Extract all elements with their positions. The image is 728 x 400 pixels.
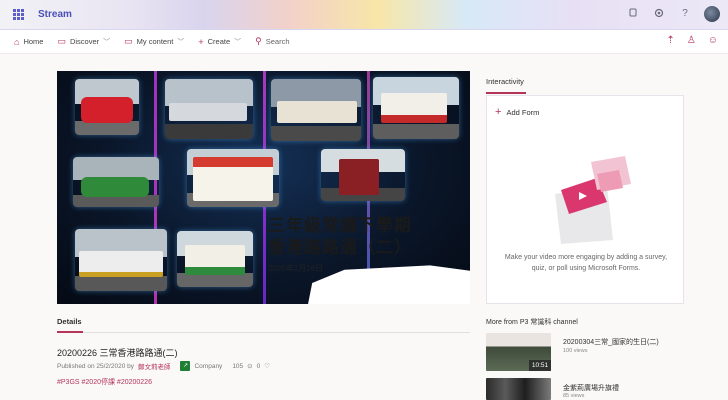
- person-icon[interactable]: ♙: [687, 35, 696, 46]
- tab-underline: [486, 92, 526, 94]
- related-video-title[interactable]: 20200304三常_國家的生日(二): [563, 337, 659, 347]
- add-form-button[interactable]: + Add Form: [495, 106, 539, 118]
- discover-icon: ▭: [57, 36, 66, 46]
- avatar[interactable]: [704, 6, 720, 22]
- published-text: Published on 25/2/2020 by: [57, 362, 134, 370]
- interactivity-panel: + Add Form Make your video more engaging…: [486, 95, 684, 304]
- smiley-icon[interactable]: ☺: [708, 35, 718, 46]
- settings-icon[interactable]: [652, 7, 666, 21]
- upload-icon[interactable]: ⇡: [666, 35, 674, 46]
- video-title: 20200226 三常香港路路通(二): [57, 348, 178, 358]
- search-icon: ⚲: [255, 36, 262, 46]
- nav-bar: ⌂ Home ▭ Discover ﹀ ▭ My content ﹀ + Cre…: [0, 30, 728, 54]
- nav-discover[interactable]: ▭ Discover ﹀: [57, 36, 110, 47]
- interactivity-description: Make your video more engaging by adding …: [504, 254, 668, 272]
- nav-home-label: Home: [23, 37, 44, 46]
- photo-light-rail: [271, 79, 361, 141]
- tab-underline: [57, 331, 83, 333]
- add-form-label: Add Form: [506, 107, 540, 117]
- plus-icon: +: [198, 36, 204, 47]
- more-from-heading: More from P3 常識科 channel: [486, 319, 578, 326]
- video-player[interactable]: [57, 71, 470, 304]
- photo-taxi-red: [75, 79, 139, 135]
- forms-illustration-icon: [555, 156, 631, 244]
- nav-my-content[interactable]: ▭ My content ﹀: [124, 36, 184, 47]
- search-input[interactable]: Search: [266, 37, 290, 46]
- video-meta: Published on 25/2/2020 by 鄭文莉老師 ↗ Compan…: [57, 361, 270, 371]
- photo-minibus-red: [373, 77, 459, 139]
- chevron-down-icon: ﹀: [234, 38, 242, 46]
- search-box[interactable]: ⚲ Search: [255, 36, 289, 47]
- divider: [57, 332, 470, 333]
- hashtags[interactable]: #P3GS #2020停課 #20200226: [57, 377, 152, 387]
- photo-taxi-green: [73, 157, 159, 207]
- details-tab[interactable]: Details: [57, 317, 82, 326]
- app-launcher-icon[interactable]: [13, 9, 24, 20]
- company-icon: ↗: [180, 361, 191, 371]
- photo-minibus-green: [177, 231, 253, 287]
- video-duration: 10:51: [529, 360, 551, 371]
- nav-create[interactable]: + Create ﹀: [198, 37, 241, 47]
- nav-create-label: Create: [207, 37, 231, 46]
- photo-kmb-bus: [187, 149, 279, 207]
- heart-icon[interactable]: ♡: [264, 362, 270, 370]
- related-video-title[interactable]: 金紫荊廣場升旗禮: [563, 383, 619, 393]
- photo-peak-tram: [321, 149, 405, 201]
- author-link[interactable]: 鄭文莉老師: [138, 361, 171, 371]
- video-title-line2: 香港路路通（二）: [268, 238, 412, 258]
- related-video-thumbnail[interactable]: [486, 378, 551, 400]
- photo-light-rail-2: [75, 229, 167, 291]
- help-icon[interactable]: ?: [678, 7, 692, 21]
- nav-discover-label: Discover: [69, 37, 100, 46]
- home-icon: ⌂: [14, 36, 20, 47]
- app-bar: Stream ?: [0, 0, 728, 30]
- visibility-label: Company: [194, 362, 223, 370]
- plus-icon: +: [495, 106, 502, 118]
- views-count: 105: [232, 362, 244, 370]
- chevron-down-icon: ﹀: [103, 38, 111, 46]
- related-video-views: 100 views: [563, 348, 588, 354]
- photo-mtr-train: [165, 79, 253, 139]
- content-icon: ▭: [124, 36, 133, 46]
- nav-home[interactable]: ⌂ Home: [14, 37, 43, 47]
- chevron-down-icon: ﹀: [177, 38, 185, 46]
- views-icon: ⊙: [247, 363, 253, 370]
- app-name[interactable]: Stream: [38, 9, 72, 20]
- video-date: 2020年2月26日: [268, 264, 324, 273]
- interactivity-tab[interactable]: Interactivity: [486, 77, 524, 86]
- related-video-views: 85 views: [563, 393, 585, 399]
- notification-icon[interactable]: [626, 7, 640, 21]
- likes-count: 0: [256, 362, 261, 370]
- nav-my-content-label: My content: [136, 37, 174, 46]
